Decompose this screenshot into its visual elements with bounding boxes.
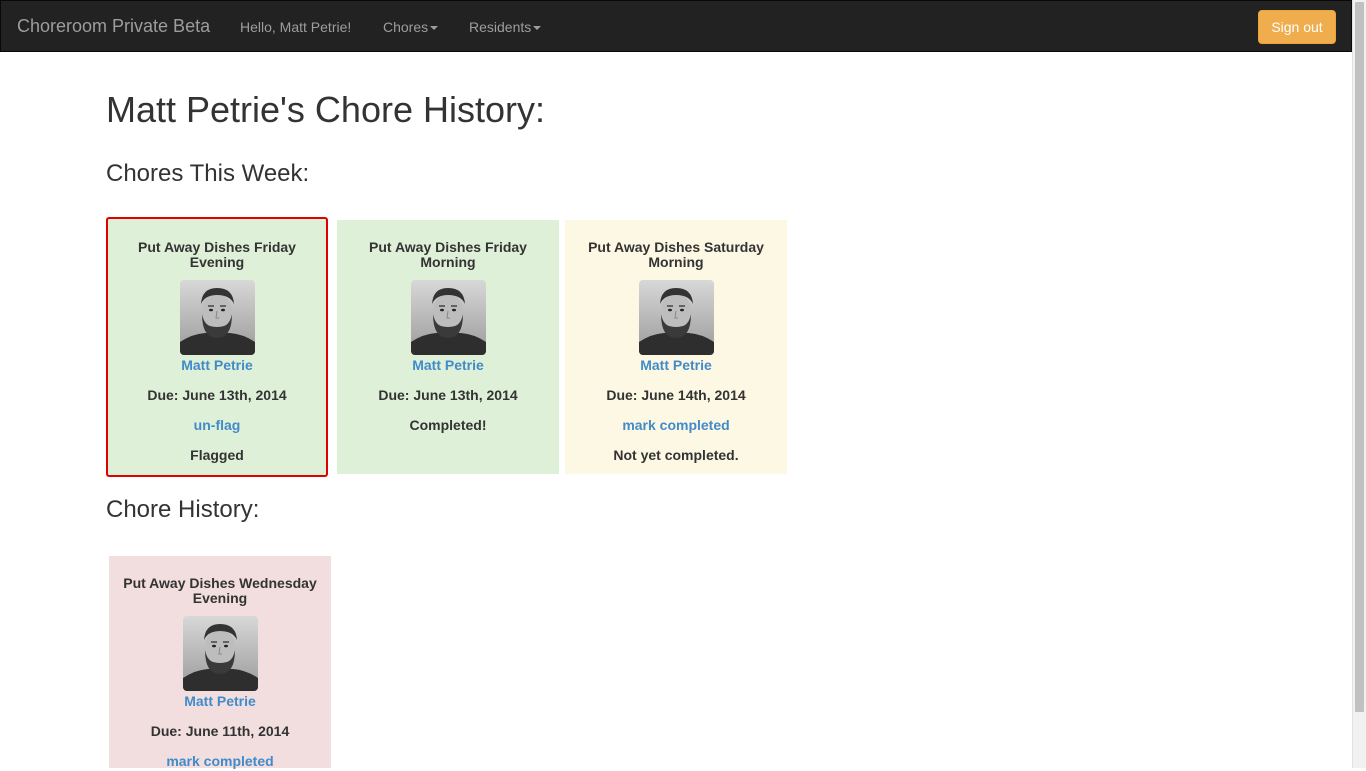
sign-out-button[interactable]: Sign out xyxy=(1258,10,1336,44)
history-chore-card: Put Away Dishes Wednesday Evening Matt P… xyxy=(109,556,331,771)
brand-link[interactable]: Choreroom Private Beta xyxy=(17,16,210,36)
status-text: Not yet completed. xyxy=(613,447,739,463)
chore-title: Put Away Dishes Wednesday Evening xyxy=(123,575,317,606)
status-text: Flagged xyxy=(190,447,244,463)
this-week-heading: Chores This Week: xyxy=(106,160,310,187)
residents-dropdown-label: Residents xyxy=(469,19,532,35)
resident-avatar[interactable] xyxy=(183,616,258,691)
chores-dropdown[interactable]: Chores xyxy=(383,18,439,36)
vertical-scrollbar[interactable] xyxy=(1352,0,1366,768)
resident-avatar[interactable] xyxy=(411,280,486,355)
chore-title: Put Away Dishes Saturday Morning xyxy=(588,239,764,270)
due-date: Due: June 13th, 2014 xyxy=(147,387,287,403)
chore-title: Put Away Dishes Friday Evening xyxy=(138,239,296,270)
greeting-link[interactable]: Hello, Matt Petrie! xyxy=(240,18,351,36)
chore-card-flagged: Put Away Dishes Friday Evening Matt Petr… xyxy=(106,217,328,477)
due-date: Due: June 14th, 2014 xyxy=(606,387,746,403)
resident-avatar[interactable] xyxy=(180,280,255,355)
chore-title: Put Away Dishes Friday Morning xyxy=(369,239,527,270)
residents-dropdown[interactable]: Residents xyxy=(469,18,542,36)
chore-card-pending: Put Away Dishes Saturday Morning Matt Pe… xyxy=(565,220,787,474)
page-title: Matt Petrie's Chore History: xyxy=(106,89,545,130)
status-text: Completed! xyxy=(409,417,487,433)
chore-card-completed: Put Away Dishes Friday Morning Matt Petr… xyxy=(337,220,559,474)
caret-down-icon xyxy=(533,26,542,31)
mark-completed-link[interactable]: mark completed xyxy=(565,415,787,435)
scrollbar-thumb[interactable] xyxy=(1355,2,1364,712)
resident-name-link[interactable]: Matt Petrie xyxy=(108,355,326,375)
top-navbar: Choreroom Private Beta Hello, Matt Petri… xyxy=(0,0,1352,52)
unflag-link[interactable]: un-flag xyxy=(108,415,326,435)
history-heading: Chore History: xyxy=(106,496,260,523)
resident-name-link[interactable]: Matt Petrie xyxy=(337,355,559,375)
due-date: Due: June 13th, 2014 xyxy=(378,387,518,403)
mark-completed-link[interactable]: mark completed xyxy=(109,751,331,771)
due-date: Due: June 11th, 2014 xyxy=(150,723,290,739)
caret-down-icon xyxy=(430,26,439,31)
chores-dropdown-label: Chores xyxy=(383,19,429,35)
resident-name-link[interactable]: Matt Petrie xyxy=(565,355,787,375)
resident-avatar[interactable] xyxy=(639,280,714,355)
resident-name-link[interactable]: Matt Petrie xyxy=(109,691,331,711)
